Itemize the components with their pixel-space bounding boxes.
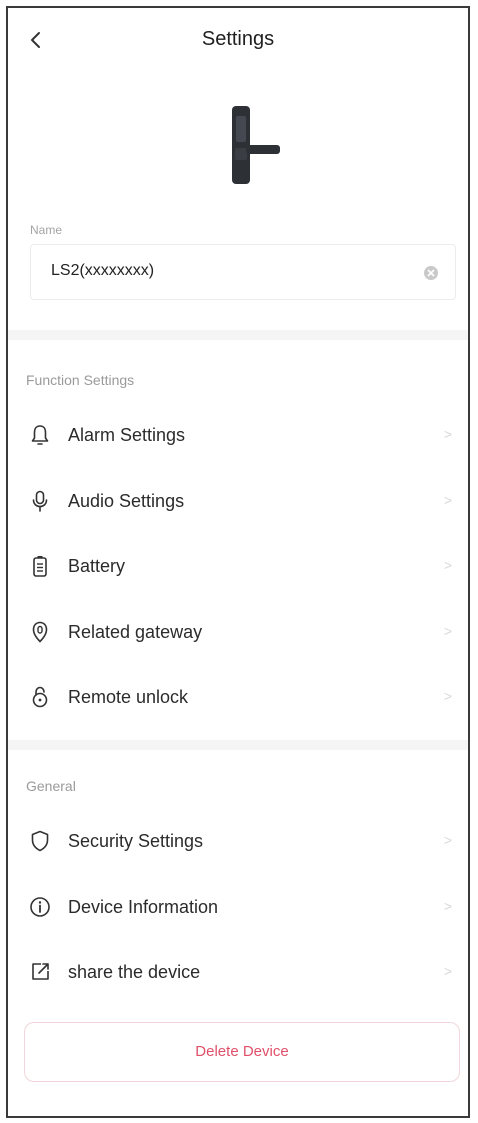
clear-icon[interactable]	[423, 265, 439, 281]
chevron-right-icon: >	[443, 426, 452, 442]
battery-icon	[33, 556, 47, 577]
name-value: LS2(xxxxxxxx)	[51, 262, 155, 279]
microphone-icon	[32, 490, 48, 512]
share-icon	[32, 963, 49, 980]
name-label: Name	[30, 223, 63, 237]
row-label: share the device	[68, 962, 201, 982]
share-device-row[interactable]: share the device >	[8, 947, 468, 999]
bell-icon	[31, 425, 49, 445]
row-label: Device Information	[68, 897, 219, 917]
section-divider	[8, 740, 468, 750]
row-label: Audio Settings	[68, 491, 185, 511]
chevron-right-icon: >	[443, 898, 452, 914]
smart-lock-image	[232, 106, 280, 184]
page-title: Settings	[201, 28, 275, 50]
row-label: Battery	[68, 556, 126, 576]
row-label: Security Settings	[68, 831, 204, 851]
delete-device-button[interactable]: Delete Device	[24, 1022, 460, 1082]
section-divider	[8, 330, 468, 340]
battery-row[interactable]: Battery >	[8, 541, 468, 593]
row-label: Alarm Settings	[68, 425, 186, 445]
unlock-icon	[32, 686, 48, 708]
row-label: Remote unlock	[68, 687, 189, 707]
settings-screen: Settings Name LS2(xxxxxxxx) Function Set…	[6, 6, 470, 1118]
function-settings-label: Function Settings	[26, 372, 135, 388]
row-label: Related gateway	[68, 622, 203, 642]
remote-unlock-row[interactable]: Remote unlock >	[8, 672, 468, 724]
general-label: General	[26, 778, 76, 794]
security-settings-row[interactable]: Security Settings >	[8, 816, 468, 868]
info-icon	[30, 897, 50, 917]
shield-icon	[31, 830, 49, 852]
device-information-row[interactable]: Device Information >	[8, 882, 468, 934]
header: Settings	[8, 8, 468, 74]
alarm-settings-row[interactable]: Alarm Settings >	[8, 410, 468, 462]
chevron-right-icon: >	[443, 623, 452, 639]
related-gateway-row[interactable]: Related gateway >	[8, 607, 468, 659]
chevron-right-icon: >	[443, 557, 452, 573]
chevron-right-icon: >	[443, 688, 452, 704]
chevron-right-icon: >	[443, 832, 452, 848]
chevron-right-icon: >	[443, 963, 452, 979]
location-pin-icon	[32, 621, 48, 643]
name-field[interactable]: LS2(xxxxxxxx)	[30, 244, 456, 300]
chevron-right-icon: >	[443, 492, 452, 508]
audio-settings-row[interactable]: Audio Settings >	[8, 476, 468, 528]
